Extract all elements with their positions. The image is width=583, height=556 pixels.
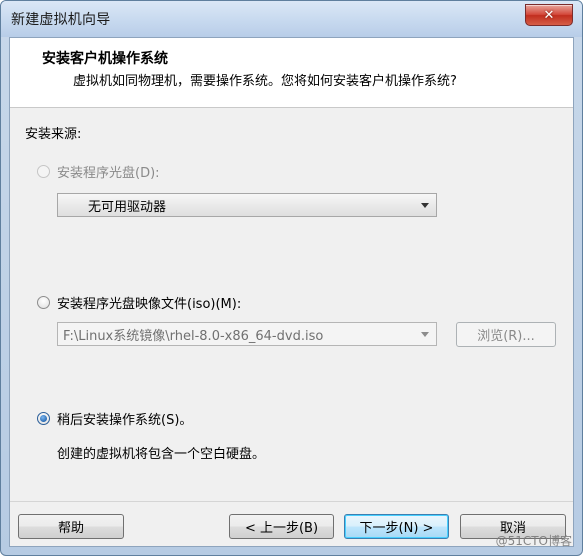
wizard-window: 新建虚拟机向导 ✕ 安装客户机操作系统 虚拟机如同物理机，需要操作系统。您将如何… xyxy=(0,0,583,556)
radio-button-icon xyxy=(37,412,50,425)
radio-installer-disc-label: 安装程序光盘(D): xyxy=(57,166,160,181)
next-button[interactable]: 下一步(N) > xyxy=(344,514,449,539)
close-icon: ✕ xyxy=(543,7,555,23)
chevron-down-icon xyxy=(421,203,429,208)
radio-button-icon xyxy=(37,165,50,178)
title-bar[interactable]: 新建虚拟机向导 ✕ xyxy=(1,1,582,37)
iso-path-value: F:\Linux系统镜像\rhel-8.0-x86_64-dvd.iso xyxy=(63,328,324,344)
radio-button-icon xyxy=(37,296,50,309)
page-description: 虚拟机如同物理机，需要操作系统。您将如何安装客户机操作系统? xyxy=(73,74,457,89)
drive-dropdown[interactable]: 无可用驱动器 xyxy=(57,193,437,217)
chevron-down-icon xyxy=(421,332,429,337)
next-button-label: 下一步(N) > xyxy=(359,521,434,536)
drive-dropdown-value: 无可用驱动器 xyxy=(88,199,167,215)
browse-button-label: 浏览(R)... xyxy=(477,329,535,344)
close-button[interactable]: ✕ xyxy=(525,4,573,26)
radio-installer-disc[interactable]: 安装程序光盘(D): xyxy=(37,162,160,181)
radio-install-later[interactable]: 稍后安装操作系统(S)。 xyxy=(37,409,192,428)
back-button-label: < 上一步(B) xyxy=(244,521,319,536)
radio-selected-dot xyxy=(40,415,47,422)
watermark: @51CTO博客 xyxy=(495,534,572,548)
install-source-label: 安装来源: xyxy=(25,127,82,142)
wizard-header: 安装客户机操作系统 虚拟机如同物理机，需要操作系统。您将如何安装客户机操作系统? xyxy=(10,38,573,108)
page-title: 安装客户机操作系统 xyxy=(42,51,168,67)
back-button[interactable]: < 上一步(B) xyxy=(229,514,334,539)
wizard-client-area: 安装客户机操作系统 虚拟机如同物理机，需要操作系统。您将如何安装客户机操作系统?… xyxy=(9,37,574,547)
install-later-note: 创建的虚拟机将包含一个空白硬盘。 xyxy=(57,447,266,462)
iso-path-combobox[interactable]: F:\Linux系统镜像\rhel-8.0-x86_64-dvd.iso xyxy=(57,322,437,346)
radio-iso-image-label: 安装程序光盘映像文件(iso)(M): xyxy=(57,297,242,312)
window-title: 新建虚拟机向导 xyxy=(11,12,111,28)
help-button[interactable]: 帮助 xyxy=(18,514,124,539)
radio-iso-image[interactable]: 安装程序光盘映像文件(iso)(M): xyxy=(37,293,241,312)
browse-button[interactable]: 浏览(R)... xyxy=(456,322,556,347)
help-button-label: 帮助 xyxy=(57,521,84,536)
radio-install-later-label: 稍后安装操作系统(S)。 xyxy=(57,413,193,428)
